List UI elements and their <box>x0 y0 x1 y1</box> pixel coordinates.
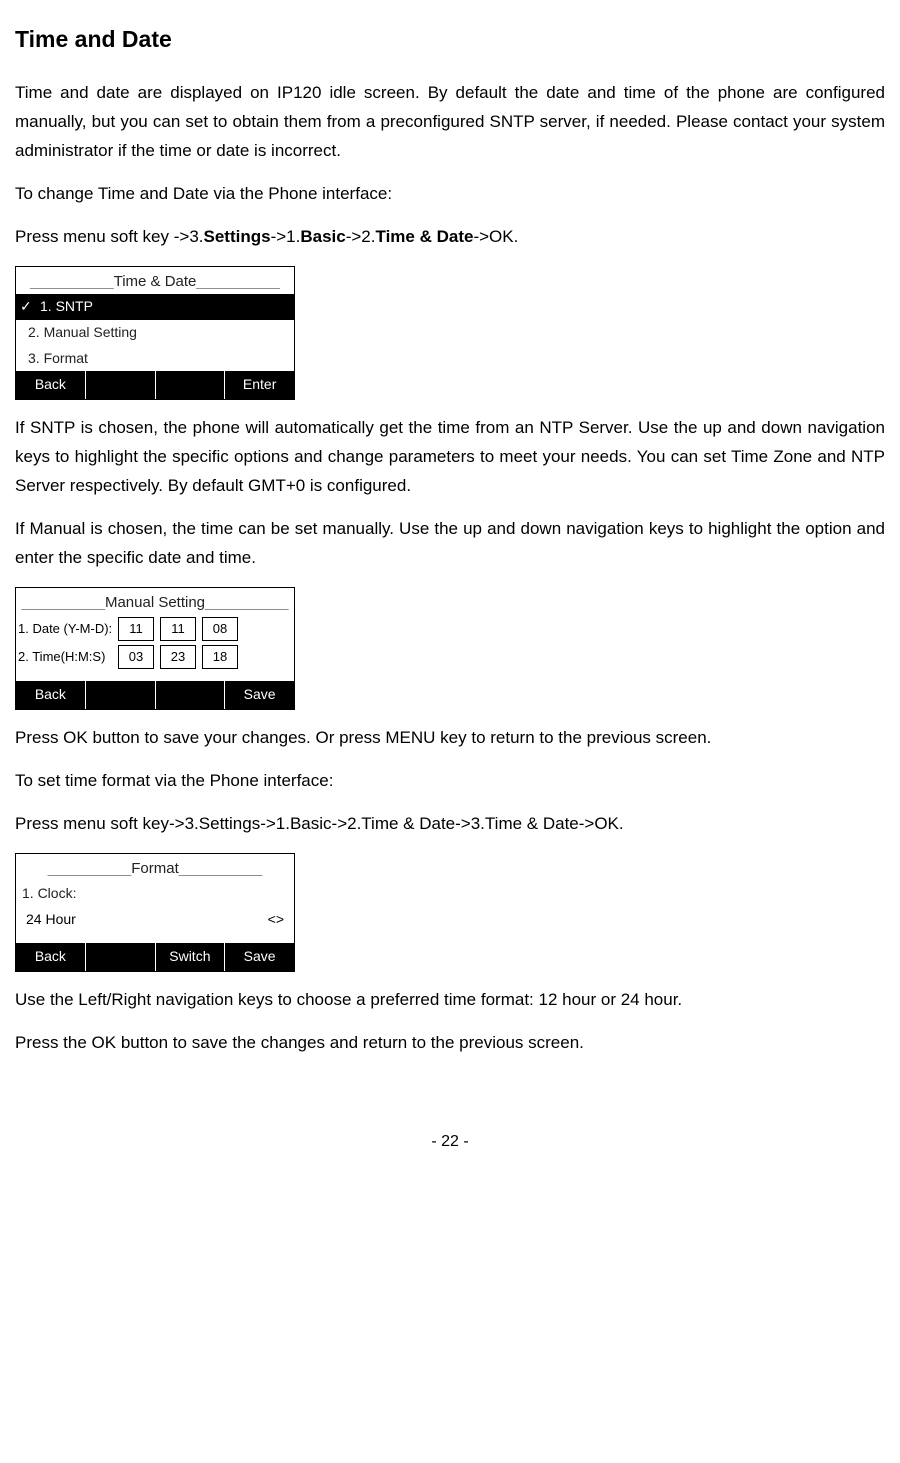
page-number: - 22 - <box>15 1128 885 1155</box>
paragraph: Press menu soft key ->3.Settings->1.Basi… <box>15 223 885 252</box>
date-year: 11 <box>118 617 154 641</box>
paragraph: Use the Left/Right navigation keys to ch… <box>15 986 885 1015</box>
time-hour: 03 <box>118 645 154 669</box>
softkey-back: Back <box>16 681 86 709</box>
date-row: 1. Date (Y-M-D): 11 11 08 <box>16 615 294 643</box>
softkey-bar: Back Save <box>16 681 294 709</box>
time-row: 2. Time(H:M:S) 03 23 18 <box>16 643 294 671</box>
text: ->OK. <box>473 227 518 246</box>
date-day: 08 <box>202 617 238 641</box>
text: ->1. <box>271 227 301 246</box>
phone-screenshot-time-date: Time & Date 1. SNTP 2. Manual Setting 3.… <box>15 266 295 401</box>
paragraph: To set time format via the Phone interfa… <box>15 767 885 796</box>
section-heading: Time and Date <box>15 20 885 59</box>
time-sec: 18 <box>202 645 238 669</box>
softkey-bar: Back Switch Save <box>16 943 294 971</box>
date-month: 11 <box>160 617 196 641</box>
text: Press menu soft key ->3. <box>15 227 204 246</box>
softkey-back: Back <box>16 943 86 971</box>
paragraph: If Manual is chosen, the time can be set… <box>15 515 885 573</box>
softkey-empty <box>156 681 226 709</box>
paragraph: Press OK button to save your changes. Or… <box>15 724 885 753</box>
paragraph: Time and date are displayed on IP120 idl… <box>15 79 885 166</box>
menu-item-format: 3. Format <box>16 346 294 372</box>
softkey-empty <box>156 371 226 399</box>
paragraph: To change Time and Date via the Phone in… <box>15 180 885 209</box>
softkey-back: Back <box>16 371 86 399</box>
screen-title: Format <box>16 854 294 882</box>
paragraph: Press the OK button to save the changes … <box>15 1029 885 1058</box>
softkey-save: Save <box>225 943 294 971</box>
softkey-bar: Back Enter <box>16 371 294 399</box>
screen-title: Manual Setting <box>16 588 294 616</box>
time-min: 23 <box>160 645 196 669</box>
bold-text: Settings <box>204 227 271 246</box>
softkey-save: Save <box>225 681 294 709</box>
softkey-enter: Enter <box>225 371 294 399</box>
phone-screenshot-manual-setting: Manual Setting 1. Date (Y-M-D): 11 11 08… <box>15 587 295 710</box>
menu-item-sntp: 1. SNTP <box>16 294 294 320</box>
clock-label: 1. Clock: <box>16 881 294 907</box>
paragraph: Press menu soft key->3.Settings->1.Basic… <box>15 810 885 839</box>
time-label: 2. Time(H:M:S) <box>18 646 118 668</box>
clock-format-row: 24 Hour <> <box>16 907 294 933</box>
softkey-empty <box>86 371 156 399</box>
screen-title: Time & Date <box>16 267 294 295</box>
phone-screenshot-format: Format 1. Clock: 24 Hour <> Back Switch … <box>15 853 295 972</box>
text: ->2. <box>346 227 376 246</box>
softkey-empty <box>86 943 156 971</box>
arrows-icon: <> <box>268 908 284 932</box>
bold-text: Time & Date <box>376 227 474 246</box>
date-label: 1. Date (Y-M-D): <box>18 618 118 640</box>
bold-text: Basic <box>300 227 345 246</box>
clock-value: 24 Hour <box>26 908 76 932</box>
paragraph: If SNTP is chosen, the phone will automa… <box>15 414 885 501</box>
menu-item-manual: 2. Manual Setting <box>16 320 294 346</box>
softkey-switch: Switch <box>156 943 226 971</box>
softkey-empty <box>86 681 156 709</box>
